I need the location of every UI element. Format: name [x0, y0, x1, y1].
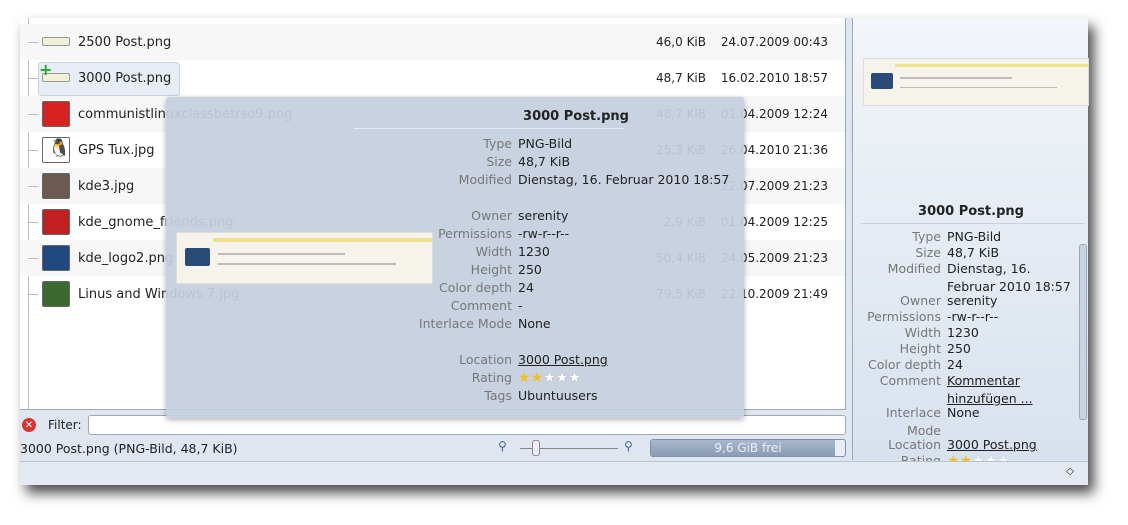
property-owner: Owner serenity [366, 207, 738, 225]
file-name: kde3.jpg [78, 178, 135, 194]
panel-title: 3000 Post.png [918, 204, 1024, 219]
property-label: Size [486, 154, 512, 169]
property-value: Dienstag, 16. Februar 2010 18:57 [518, 172, 730, 187]
property-value: Dienstag, 16. Februar 2010 18:57 [947, 261, 1071, 294]
tree-branch [28, 222, 38, 223]
star-icon[interactable]: ★ [531, 370, 544, 386]
file-name: kde_logo2.png [78, 250, 174, 266]
property-label: Permissions [438, 226, 512, 241]
file-name: 2500 Post.png [78, 34, 172, 50]
property-comment: Comment Kommentar hinzufügen ... [853, 372, 1077, 408]
bottom-bar: ◇ [20, 461, 1088, 485]
rating-stars[interactable]: ★★★★★ [518, 369, 581, 387]
file-size: 46,0 KiB [656, 35, 706, 49]
zoom-slider-handle[interactable] [532, 440, 540, 456]
property-comment: Comment - [366, 297, 738, 315]
dolphin-window: 2500 Post.png 46,0 KiB 24.07.2009 00:43 +30… [20, 18, 1089, 485]
tree-branch [28, 186, 38, 187]
zoom-out-icon[interactable]: ⚲ [498, 439, 507, 453]
tree-branch [28, 150, 38, 151]
preview-thumbnail [863, 58, 1089, 106]
image-strip-icon [42, 37, 70, 46]
star-icon[interactable]: ★ [518, 370, 531, 386]
file-size: 48,7 KiB [656, 71, 706, 85]
tree-branch [28, 258, 38, 259]
property-label: Width [475, 244, 512, 259]
property-rating: Rating★★★★★ [366, 369, 581, 387]
information-panel: 3000 Post.png Type PNG-Bild Size 48,7 KiB Mo… [852, 18, 1089, 469]
property-label: Interlace Mode [885, 405, 941, 438]
property-label: Owner [471, 208, 512, 223]
filter-label: Filter: [48, 418, 82, 432]
tree-branch [28, 114, 38, 115]
property-value: None [947, 405, 980, 420]
kde-gnome-image-icon [42, 209, 70, 235]
tux-image-icon: 🐧 [42, 137, 70, 163]
property-label: Modified [887, 261, 941, 276]
property-label: Modified [458, 172, 512, 187]
property-value: 24 [518, 280, 534, 295]
star-icon[interactable]: ★ [568, 370, 581, 386]
property-label: Tags [484, 388, 512, 403]
tree-branch [28, 78, 38, 79]
file-date: 24.07.2009 00:43 [720, 35, 828, 49]
property-size: Size 48,7 KiB [366, 153, 738, 171]
property-value: None [518, 316, 551, 331]
property-label: Comment [450, 298, 512, 313]
settings-dot-icon[interactable]: ◇ [1066, 466, 1074, 477]
property-tags: Tags Ubuntuusers [366, 387, 738, 405]
property-interlace-mode: Interlace Mode None [366, 315, 738, 333]
property-modified: Modified Dienstag, 16. Februar 2010 18:57 [366, 171, 738, 189]
property-value: Ubuntuusers [518, 388, 598, 403]
red-linux-image-icon [42, 101, 70, 127]
free-space-text: 9,6 GiB frei [714, 441, 782, 455]
kde3-image-icon [42, 173, 70, 199]
comment-link[interactable]: Kommentar hinzufügen ... [947, 372, 1077, 408]
property-label: Height [470, 262, 512, 277]
star-icon[interactable]: ★ [556, 370, 569, 386]
property-type: Type PNG-Bild [366, 135, 738, 153]
property-height: Height 250 [366, 261, 738, 279]
image-strip-new-icon: + [39, 60, 70, 82]
tooltip-title: 3000 Post.png [523, 109, 629, 124]
property-value: serenity [518, 208, 569, 223]
property-label: Rating [471, 370, 512, 385]
location-link[interactable]: 3000 Post.png [518, 351, 738, 369]
file-name: 3000 Post.png [78, 70, 172, 86]
property-label: Location [459, 352, 512, 367]
panel-scrollbar[interactable] [1079, 244, 1087, 420]
property-color-depth: Color depth 24 [366, 279, 738, 297]
property-label: Type [483, 136, 512, 151]
property-label: Interlace Mode [418, 316, 512, 331]
property-modified: Modified Dienstag, 16. Februar 2010 18:57 [853, 260, 1077, 296]
property-label: Color depth [439, 280, 512, 295]
kde-logo-image-icon [42, 245, 70, 271]
property-value: -rw-r--r-- [518, 226, 570, 241]
property-permissions: Permissions -rw-r--r-- [366, 225, 738, 243]
property-value: 250 [518, 262, 542, 277]
file-date: 16.02.2010 18:57 [720, 71, 828, 85]
property-interlace-mode: Interlace Mode None [853, 404, 1077, 440]
filter-input[interactable] [87, 415, 846, 435]
property-value: 1230 [518, 244, 550, 259]
linus-image-icon [42, 281, 70, 307]
file-row[interactable]: +3000 Post.png 48,7 KiB 16.02.2010 18:57 [20, 60, 845, 96]
property-label: Comment [879, 373, 941, 388]
property-location: Location 3000 Post.png [366, 351, 738, 369]
star-icon[interactable]: ★ [543, 370, 556, 386]
file-row[interactable]: 2500 Post.png 46,0 KiB 24.07.2009 00:43 [20, 24, 845, 60]
file-tooltip: 3000 Post.png Type PNG-Bild Size 48,7 KiB Mo… [166, 97, 744, 418]
property-value: PNG-Bild [518, 136, 573, 151]
free-space-bar: 9,6 GiB frei [650, 439, 846, 457]
status-text: 3000 Post.png (PNG-Bild, 48,7 KiB) [20, 441, 238, 456]
property-value: - [518, 298, 523, 313]
zoom-in-icon[interactable]: ⚲ [624, 439, 633, 453]
tree-branch [28, 294, 38, 295]
property-width: Width 1230 [366, 243, 738, 261]
file-name: GPS Tux.jpg [78, 142, 155, 158]
tree-branch [28, 42, 38, 43]
property-value: 48,7 KiB [518, 154, 571, 169]
close-filter-icon[interactable]: ✕ [22, 418, 36, 432]
status-bar: 3000 Post.png (PNG-Bild, 48,7 KiB) ⚲ ⚲ 9… [20, 438, 846, 460]
